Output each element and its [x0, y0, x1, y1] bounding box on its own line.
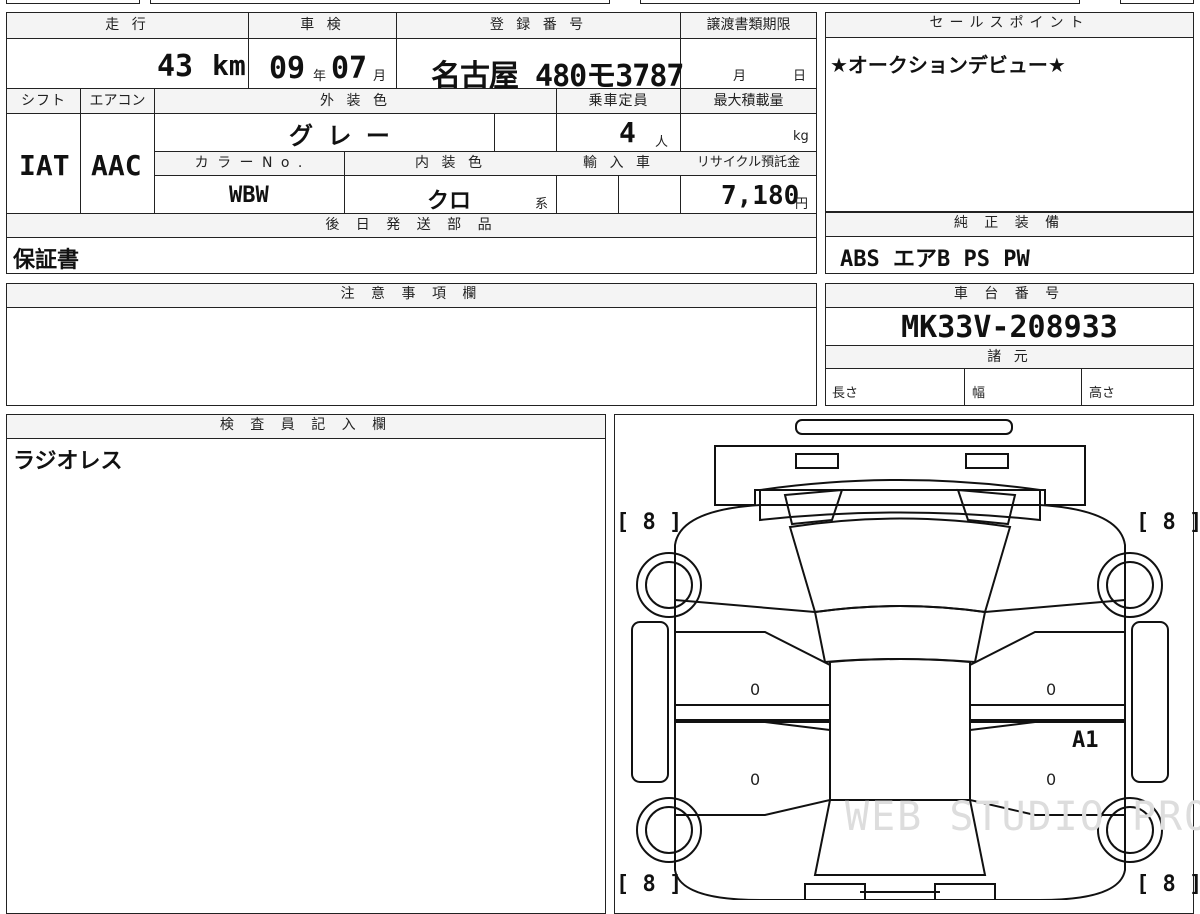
- headlight-right-shape: [965, 453, 1009, 469]
- door-front-right-score: 0: [1046, 680, 1057, 699]
- roof-shape: [813, 605, 987, 664]
- tire-rear-left-label: [ 8 ]: [616, 872, 683, 897]
- windshield-shape: [788, 517, 1012, 614]
- car-diagram: WEB STUDIO PRO: [631, 419, 1200, 900]
- door-rear-left-score: 0: [750, 770, 761, 789]
- tire-front-right-label: [ 8 ]: [1136, 510, 1200, 535]
- hood-shape: [759, 479, 1041, 522]
- tire-front-left-label: [ 8 ]: [616, 510, 683, 535]
- damage-mark: A1: [1072, 728, 1099, 753]
- tire-rear-right-label: [ 8 ]: [1136, 872, 1200, 897]
- door-front-left-shape: [674, 631, 831, 721]
- door-rear-right-score: 0: [1046, 770, 1057, 789]
- front-bumper-shape: [714, 445, 1086, 506]
- door-rear-left-shape: [674, 721, 831, 816]
- diagram-watermark: WEB STUDIO PRO: [845, 794, 1200, 840]
- headlight-left-shape: [795, 453, 839, 469]
- door-front-right-shape: [969, 631, 1126, 721]
- door-front-left-score: 0: [750, 680, 761, 699]
- body-outline-shape: [674, 504, 1126, 900]
- roof-antenna-shape: [795, 419, 1013, 435]
